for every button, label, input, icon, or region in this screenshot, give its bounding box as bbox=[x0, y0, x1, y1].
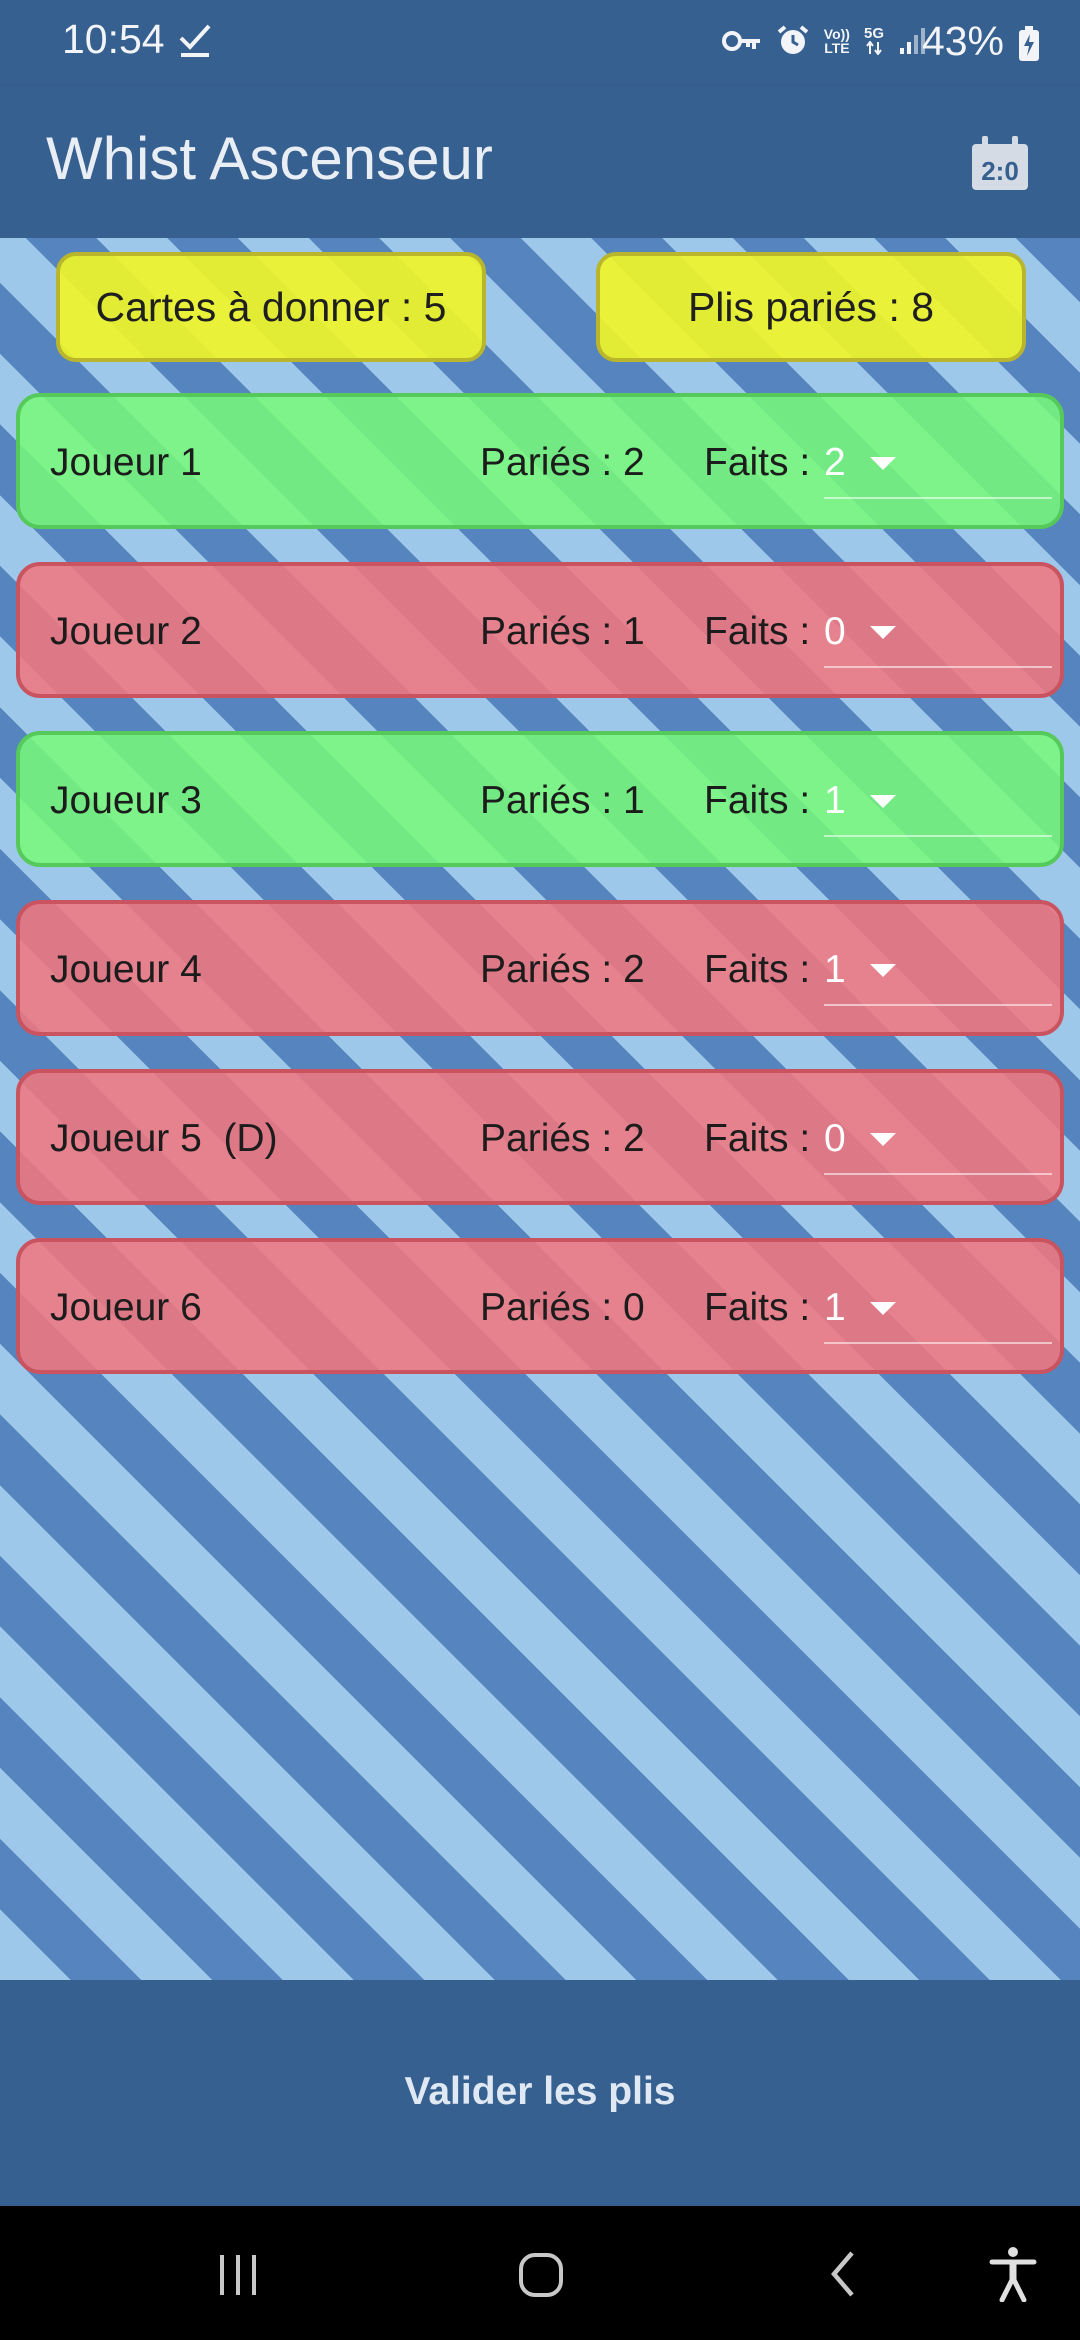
player-row: Joueur 5 (D) Pariés : 2 Faits : 0 bbox=[16, 1069, 1064, 1205]
status-bar: 10:54 Vo)) LTE 5G 43% bbox=[0, 0, 1080, 86]
home-icon bbox=[519, 2253, 563, 2297]
player-bet: Pariés : 2 bbox=[480, 1117, 645, 1160]
player-bet: Pariés : 2 bbox=[480, 441, 645, 484]
dropdown-arrow-icon bbox=[870, 795, 896, 808]
dropdown-arrow-icon bbox=[870, 626, 896, 639]
player-bet: Pariés : 1 bbox=[480, 779, 645, 822]
volte-label-bottom: LTE bbox=[824, 40, 850, 56]
player-done-label: Faits : bbox=[704, 1286, 811, 1329]
tricks-done-value: 1 bbox=[824, 1286, 846, 1329]
battery-charging-icon bbox=[1019, 26, 1039, 61]
tricks-done-value: 0 bbox=[824, 610, 846, 653]
alarm-icon bbox=[777, 25, 809, 54]
player-done-label: Faits : bbox=[704, 441, 811, 484]
player-bet: Pariés : 1 bbox=[480, 610, 645, 653]
tricks-done-dropdown[interactable]: 1 bbox=[824, 1278, 1052, 1344]
app-bar: Whist Ascenseur 2:0 bbox=[0, 86, 1080, 238]
player-name: Joueur 4 bbox=[50, 948, 202, 991]
player-done-label: Faits : bbox=[704, 779, 811, 822]
player-name: Joueur 3 bbox=[50, 779, 202, 822]
recents-icon bbox=[220, 2255, 256, 2295]
player-bet: Pariés : 2 bbox=[480, 948, 645, 991]
network-label: 5G bbox=[863, 25, 884, 42]
dropdown-arrow-icon bbox=[870, 457, 896, 470]
player-row: Joueur 4 Pariés : 2 Faits : 1 bbox=[16, 900, 1064, 1036]
data-arrows-icon bbox=[866, 41, 882, 55]
player-row: Joueur 6 Pariés : 0 Faits : 1 bbox=[16, 1238, 1064, 1374]
dropdown-arrow-icon bbox=[870, 964, 896, 977]
key-icon bbox=[721, 31, 760, 51]
dropdown-arrow-icon bbox=[870, 1133, 896, 1146]
accessibility-button[interactable] bbox=[978, 2242, 1048, 2306]
back-icon bbox=[831, 2251, 854, 2297]
player-bet: Pariés : 0 bbox=[480, 1286, 645, 1329]
tricks-done-dropdown[interactable]: 1 bbox=[824, 771, 1052, 837]
volte-label-top: Vo)) bbox=[823, 26, 850, 42]
player-done-label: Faits : bbox=[704, 948, 811, 991]
tricks-done-dropdown[interactable]: 0 bbox=[824, 602, 1052, 668]
tricks-done-dropdown[interactable]: 1 bbox=[824, 940, 1052, 1006]
accessibility-icon bbox=[989, 2247, 1037, 2302]
calendar-icon: 2:0 bbox=[972, 136, 1028, 190]
dropdown-arrow-icon bbox=[870, 1302, 896, 1315]
back-button[interactable] bbox=[810, 2242, 880, 2306]
bottom-panel: Valider les plis bbox=[0, 1980, 1080, 2206]
player-done-label: Faits : bbox=[704, 610, 811, 653]
calendar-button[interactable]: 2:0 bbox=[960, 124, 1040, 204]
battery-percent: 43% bbox=[921, 18, 1004, 64]
cards-to-deal-chip: Cartes à donner : 5 bbox=[56, 252, 486, 362]
status-icons: Vo)) LTE 5G bbox=[721, 24, 928, 58]
tricks-done-value: 2 bbox=[824, 441, 846, 484]
recents-button[interactable] bbox=[204, 2242, 274, 2306]
player-done-label: Faits : bbox=[704, 1117, 811, 1160]
tricks-done-value: 0 bbox=[824, 1117, 846, 1160]
tricks-done-dropdown[interactable]: 0 bbox=[824, 1109, 1052, 1175]
player-row: Joueur 2 Pariés : 1 Faits : 0 bbox=[16, 562, 1064, 698]
game-board: Cartes à donner : 5 Plis pariés : 8 Joue… bbox=[0, 238, 1080, 1980]
home-button[interactable] bbox=[506, 2242, 576, 2306]
player-row: Joueur 1 Pariés : 2 Faits : 2 bbox=[16, 393, 1064, 529]
player-name: Joueur 2 bbox=[50, 610, 202, 653]
system-nav-bar bbox=[0, 2206, 1080, 2340]
5g-icon: 5G bbox=[863, 25, 884, 55]
tricks-bet-chip: Plis pariés : 8 bbox=[596, 252, 1026, 362]
volte-icon: Vo)) LTE bbox=[824, 27, 850, 55]
status-time: 10:54 bbox=[62, 16, 165, 62]
player-name: Joueur 5 (D) bbox=[50, 1117, 278, 1160]
tricks-done-value: 1 bbox=[824, 779, 846, 822]
validate-tricks-button[interactable]: Valider les plis bbox=[340, 2040, 740, 2144]
player-name: Joueur 1 bbox=[50, 441, 202, 484]
tricks-done-dropdown[interactable]: 2 bbox=[824, 433, 1052, 499]
check-icon bbox=[179, 24, 211, 57]
svg-text:2:0: 2:0 bbox=[981, 156, 1019, 186]
player-row: Joueur 3 Pariés : 1 Faits : 1 bbox=[16, 731, 1064, 867]
app-title: Whist Ascenseur bbox=[46, 125, 493, 192]
player-name: Joueur 6 bbox=[50, 1286, 202, 1329]
tricks-done-value: 1 bbox=[824, 948, 846, 991]
